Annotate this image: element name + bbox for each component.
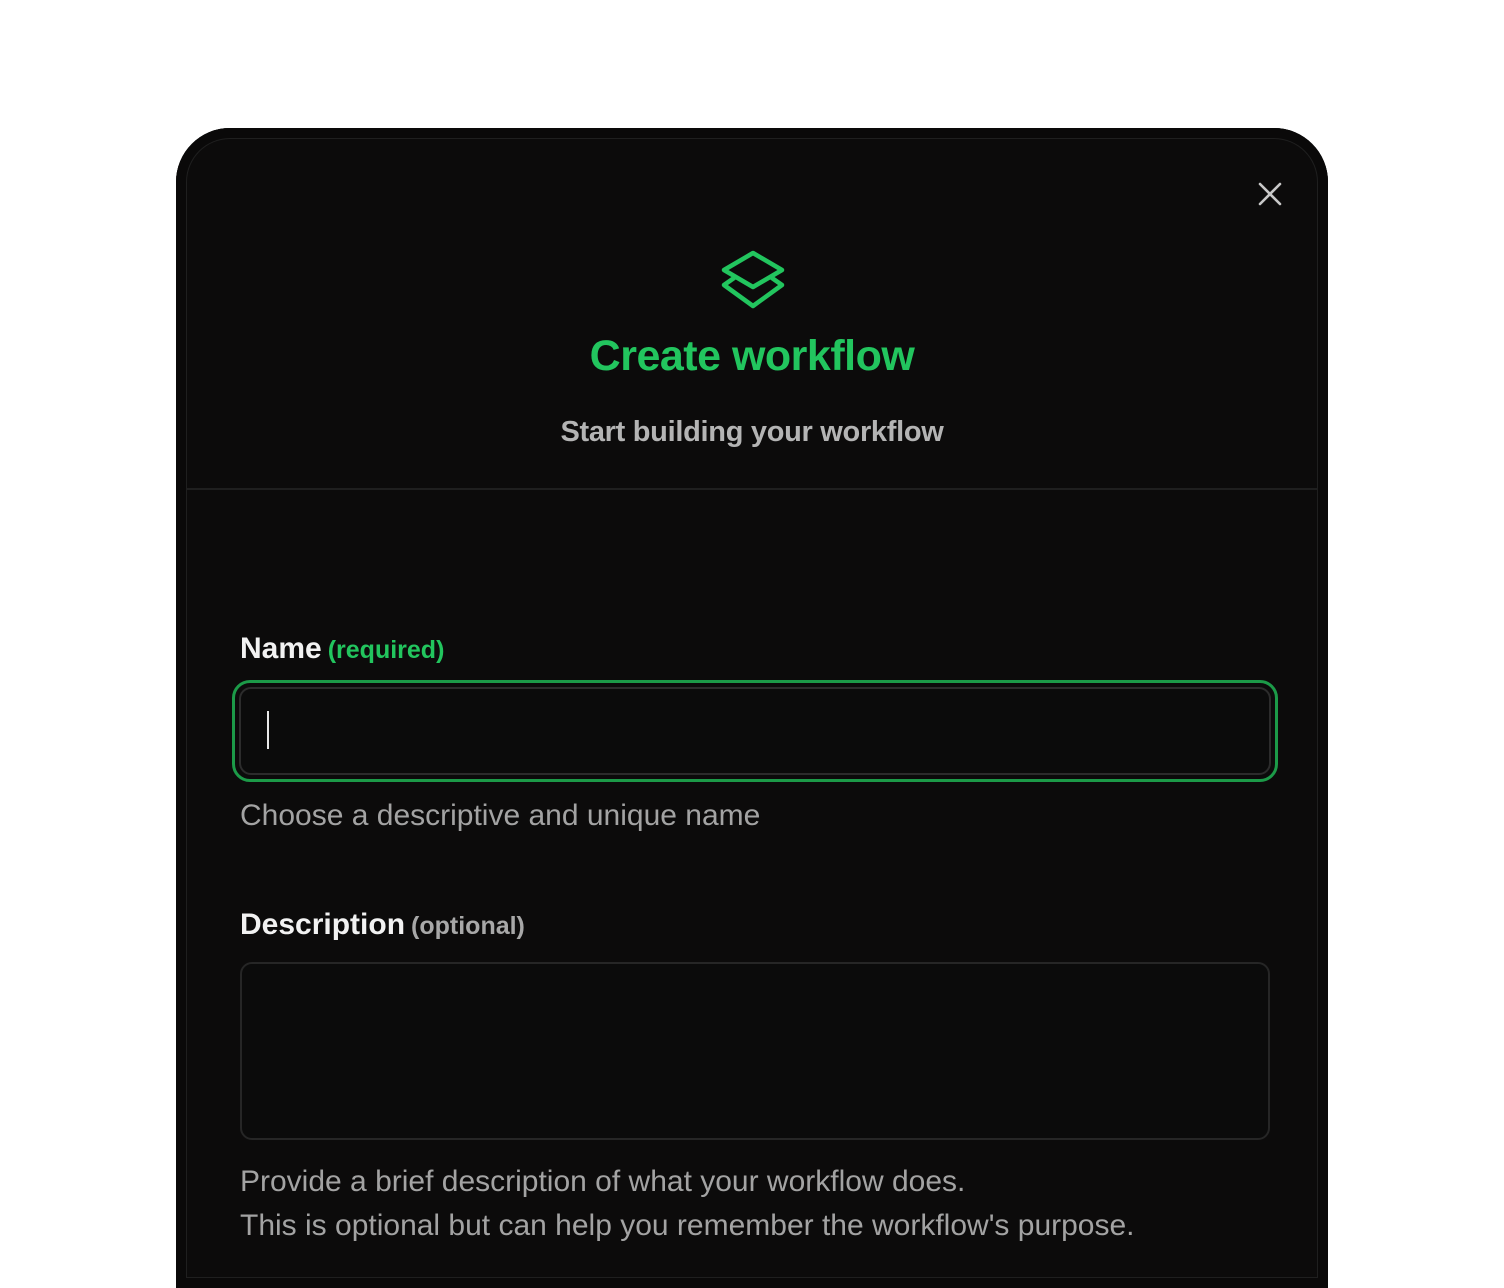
name-input-focus-ring	[232, 680, 1278, 782]
description-textarea[interactable]	[240, 962, 1270, 1140]
header-divider	[186, 488, 1318, 490]
name-helper-text: Choose a descriptive and unique name	[240, 799, 761, 832]
close-button[interactable]	[1254, 178, 1286, 210]
close-icon	[1258, 182, 1282, 206]
description-field-label: Description (optional)	[240, 908, 525, 942]
description-helper-line-2: This is optional but can help you rememb…	[240, 1209, 1135, 1242]
dialog-subtitle: Start building your workflow	[560, 416, 944, 448]
name-field-label: Name (required)	[240, 632, 444, 666]
description-label-text: Description	[240, 908, 406, 941]
name-input[interactable]	[239, 687, 1271, 775]
create-workflow-dialog: Create workflow Start building your work…	[176, 128, 1328, 1288]
text-caret	[267, 711, 269, 749]
required-tag: (required)	[327, 636, 445, 664]
description-helper-line-1: Provide a brief description of what your…	[240, 1165, 966, 1198]
name-label-text: Name	[240, 632, 322, 665]
layers-icon	[721, 250, 785, 309]
dialog-title: Create workflow	[589, 332, 915, 380]
optional-tag: (optional)	[411, 912, 525, 940]
